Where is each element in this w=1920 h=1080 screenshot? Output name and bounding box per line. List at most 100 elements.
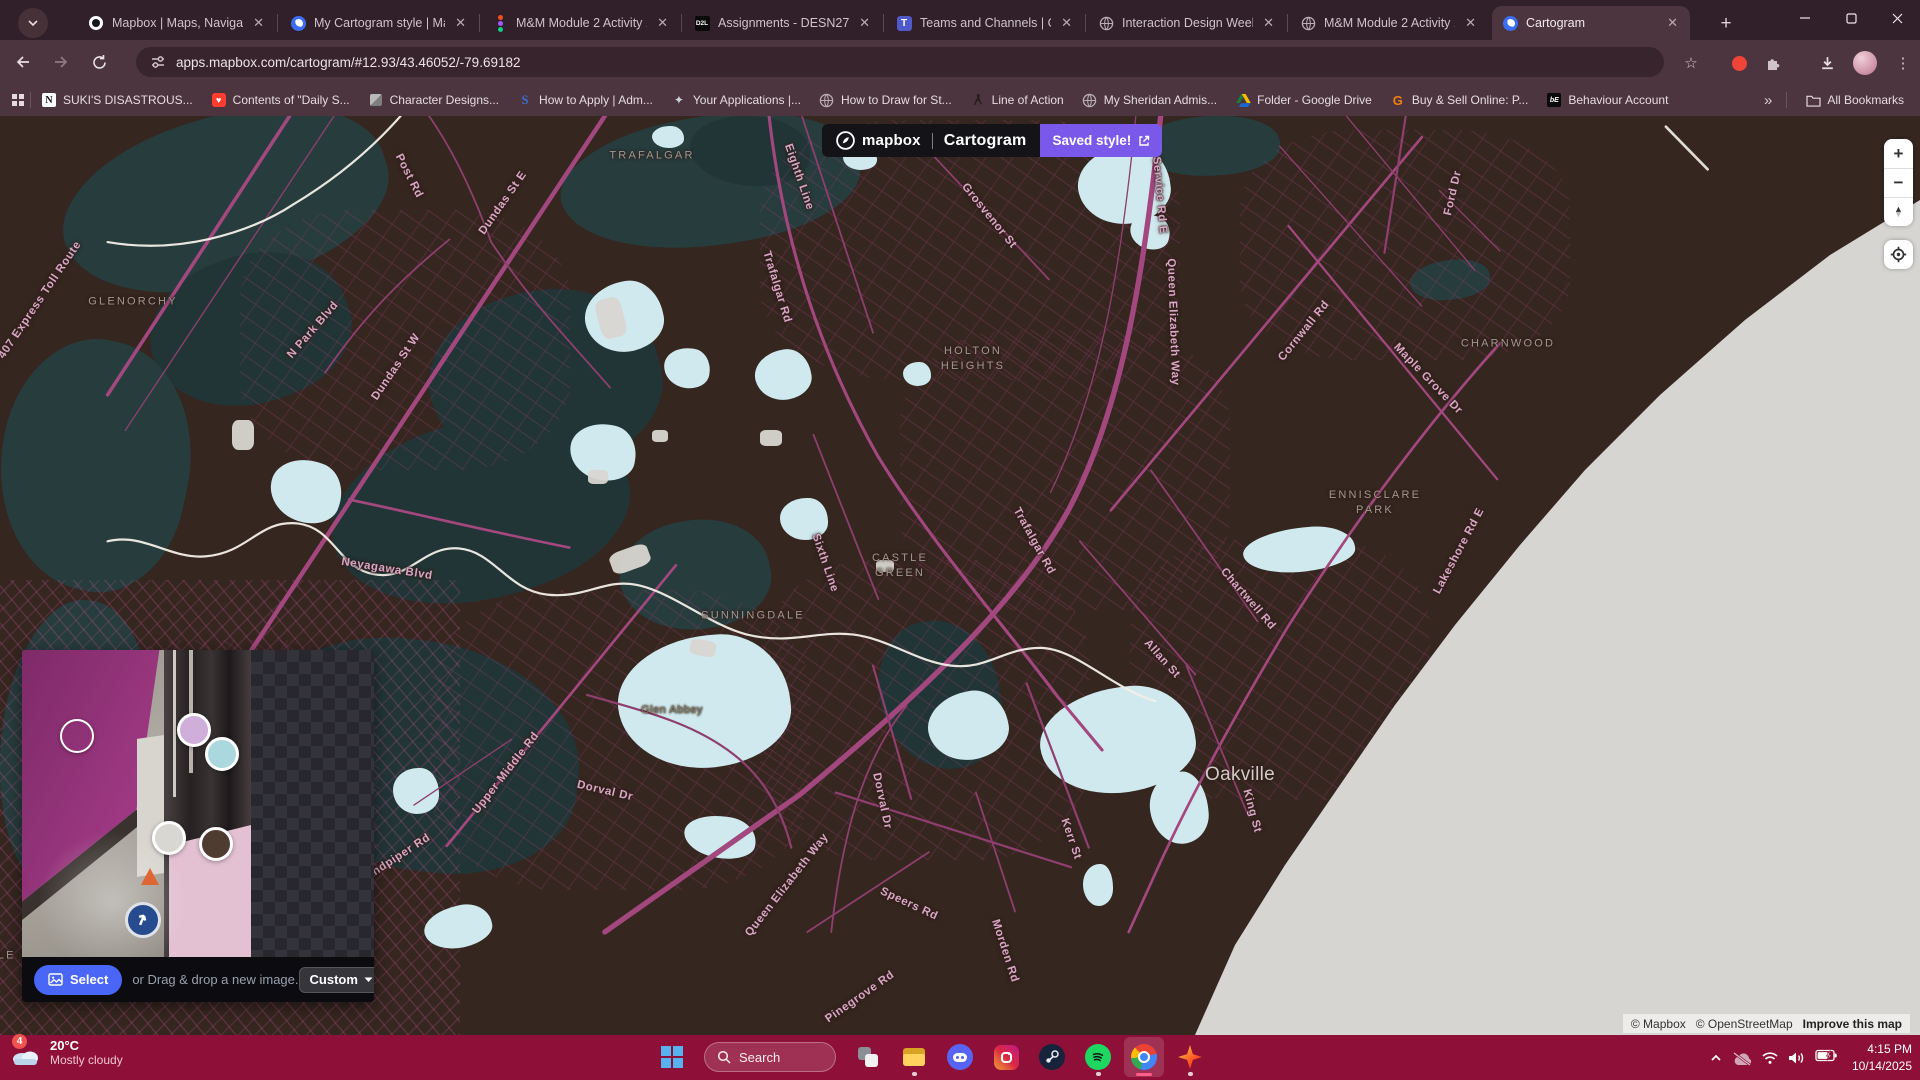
attrib-mapbox-link[interactable]: © Mapbox — [1631, 1017, 1686, 1031]
minimize-icon — [1799, 12, 1811, 24]
color-swatch[interactable] — [199, 827, 233, 861]
bookmark-item[interactable]: GBuy & Sell Online: P... — [1390, 92, 1529, 108]
bookmark-item[interactable]: ✦Your Applications |... — [671, 92, 801, 108]
weather-widget[interactable]: 4 20°C Mostly cloudy — [10, 1038, 123, 1067]
chevron-down-icon — [27, 17, 39, 29]
minimize-button[interactable] — [1782, 0, 1828, 36]
spotify-taskbar-button[interactable] — [1078, 1037, 1118, 1077]
back-icon — [14, 54, 32, 70]
browser-tab-active[interactable]: Cartogram✕ — [1492, 6, 1690, 40]
close-window-button[interactable] — [1874, 0, 1920, 36]
tab-close-button[interactable]: ✕ — [453, 15, 468, 31]
bookmark-star-button[interactable]: ☆ — [1678, 50, 1704, 76]
browser-tab[interactable]: M&M Module 2 Activity 1✕ — [482, 6, 680, 40]
tab-close-button[interactable]: ✕ — [857, 15, 872, 31]
tab-title: Assignments - DESN2742 — [718, 16, 849, 30]
attrib-osm-link[interactable]: © OpenStreetMap — [1696, 1017, 1793, 1031]
geolocate-button[interactable] — [1884, 240, 1913, 269]
browser-tab[interactable]: My Cartogram style | Map✕ — [280, 6, 478, 40]
start-button[interactable] — [652, 1037, 692, 1077]
taskbar-search[interactable]: Search — [704, 1042, 836, 1072]
tab-close-button[interactable]: ✕ — [1059, 15, 1074, 31]
tab-search-button[interactable] — [18, 8, 48, 38]
mapbox-brand-badge: mapbox Cartogram — [822, 124, 1040, 157]
color-swatch[interactable] — [152, 821, 186, 855]
wifi-icon[interactable] — [1761, 1051, 1779, 1065]
address-bar[interactable]: apps.mapbox.com/cartogram/#12.93/43.4605… — [136, 47, 1664, 77]
running-app-indicator — [1096, 1072, 1101, 1076]
road-king-st — [1186, 666, 1248, 817]
close-icon — [1892, 13, 1903, 24]
bookmark-item[interactable]: SHow to Apply | Adm... — [517, 92, 653, 108]
preset-dropdown[interactable]: Custom — [299, 967, 374, 993]
bookmark-item[interactable]: bEBehaviour Account — [1546, 92, 1668, 108]
forward-icon — [52, 54, 70, 70]
starburst-taskbar-button[interactable] — [1170, 1037, 1210, 1077]
tab-title: Mapbox | Maps, Navigatio — [112, 16, 243, 30]
saved-style-link[interactable]: Saved style! — [1040, 124, 1162, 157]
select-image-button[interactable]: Select — [34, 965, 122, 995]
cartogram-header: mapbox Cartogram Saved style! — [822, 124, 1162, 157]
color-swatch[interactable] — [177, 713, 211, 747]
tab-separator — [883, 14, 884, 32]
discord-taskbar-button[interactable] — [940, 1037, 980, 1077]
tab-close-button[interactable]: ✕ — [1665, 15, 1680, 31]
all-bookmarks-button[interactable]: All Bookmarks — [1805, 92, 1904, 108]
bookmarks-bar: NSUKI'S DISASTROUS... ♥Contents of "Daily… — [0, 84, 1920, 116]
figure-icon — [970, 92, 986, 108]
tab-close-button[interactable]: ✕ — [1261, 15, 1276, 31]
gOrange-icon: G — [1390, 92, 1406, 108]
bookmark-item[interactable]: ♥Contents of "Daily S... — [211, 92, 350, 108]
bookmark-item[interactable]: Folder - Google Drive — [1235, 92, 1372, 108]
tab-close-button[interactable]: ✕ — [655, 15, 670, 31]
bookmark-item[interactable]: How to Draw for St... — [819, 92, 952, 108]
profile-avatar[interactable] — [1852, 50, 1878, 76]
instagram-taskbar-button[interactable] — [986, 1037, 1026, 1077]
bookmark-item[interactable]: NSUKI'S DISASTROUS... — [41, 92, 193, 108]
place-label: ENNISCLAREPARK — [1329, 488, 1421, 518]
chrome-taskbar-button[interactable] — [1124, 1037, 1164, 1077]
bookmark-label: My Sheridan Admis... — [1104, 93, 1217, 107]
browser-tab[interactable]: Interaction Design Week✕ — [1088, 6, 1286, 40]
downloads-button[interactable] — [1814, 50, 1840, 76]
browser-tab[interactable]: TTeams and Channels | Gen✕ — [886, 6, 1084, 40]
bookmark-label: How to Apply | Adm... — [539, 93, 653, 107]
tray-expand-icon[interactable] — [1709, 1052, 1723, 1064]
browser-menu-button[interactable]: ⋮ — [1890, 50, 1916, 76]
geolocate-control — [1884, 240, 1913, 269]
task-view-taskbar-button[interactable] — [848, 1037, 888, 1077]
apps-grid-icon[interactable] — [10, 92, 26, 108]
file-explorer-taskbar-button[interactable] — [894, 1037, 934, 1077]
taskbar-clock[interactable]: 4:15 PM 10/14/2025 — [1852, 1041, 1912, 1075]
onedrive-paused-icon[interactable] — [1732, 1050, 1752, 1066]
browser-tab[interactable]: D2LAssignments - DESN2742✕ — [684, 6, 882, 40]
zoom-out-button[interactable]: − — [1884, 168, 1913, 197]
bookmark-label: Your Applications |... — [693, 93, 801, 107]
source-image-preview[interactable] — [22, 650, 251, 957]
tab-close-button[interactable]: ✕ — [1463, 15, 1478, 31]
color-picker-ring[interactable] — [60, 719, 94, 753]
color-swatch[interactable] — [205, 737, 239, 771]
maximize-button[interactable] — [1828, 0, 1874, 36]
steam-taskbar-button[interactable] — [1032, 1037, 1072, 1077]
browser-tab[interactable]: M&M Module 2 Activity 1✕ — [1290, 6, 1488, 40]
back-button[interactable] — [8, 47, 38, 77]
bookmark-item[interactable]: My Sheridan Admis... — [1082, 92, 1217, 108]
bookmark-item[interactable]: Character Designs... — [368, 92, 499, 108]
bookmarks-overflow-button[interactable]: » — [1754, 92, 1782, 109]
compass-button[interactable]: ▲ ▼ — [1884, 197, 1913, 226]
bookmark-item[interactable]: Line of Action — [970, 92, 1064, 108]
extensions-puzzle-button[interactable] — [1760, 50, 1786, 76]
reload-button[interactable] — [84, 47, 114, 77]
adblock-extension-icon[interactable] — [1726, 50, 1752, 76]
forward-button[interactable] — [46, 47, 76, 77]
battery-icon[interactable] — [1815, 1049, 1837, 1067]
browser-tab[interactable]: Mapbox | Maps, Navigatio ✕ — [78, 6, 276, 40]
volume-icon[interactable] — [1788, 1051, 1806, 1065]
improve-map-link[interactable]: Improve this map — [1803, 1017, 1902, 1031]
zoom-in-button[interactable]: + — [1884, 139, 1913, 168]
notion-icon: N — [41, 92, 57, 108]
tab-close-button[interactable]: ✕ — [251, 15, 266, 31]
new-tab-button[interactable]: + — [1712, 10, 1740, 38]
road-speers-rd — [836, 793, 1071, 868]
